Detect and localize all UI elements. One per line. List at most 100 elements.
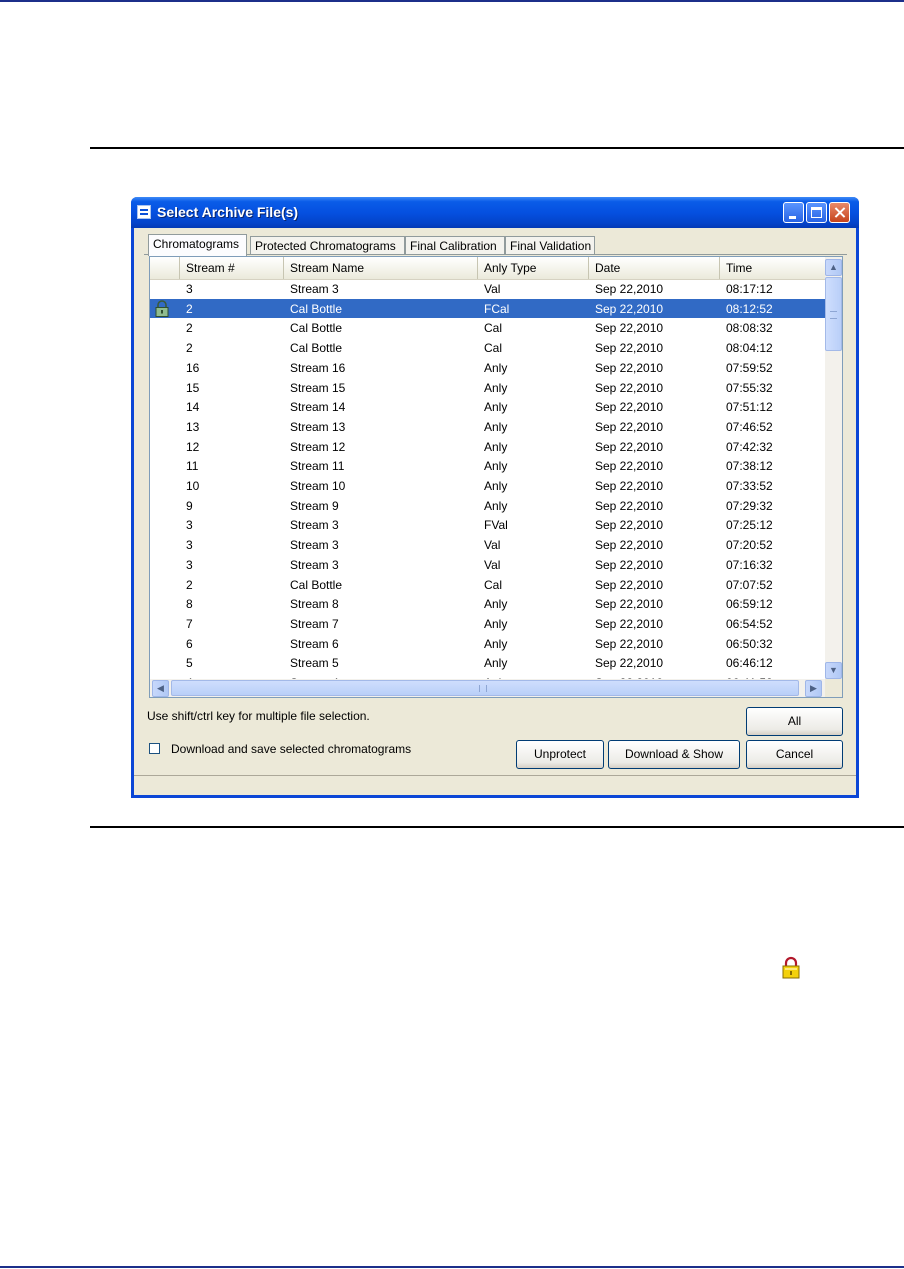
table-row[interactable]: 11 Stream 11 Anly Sep 22,2010 07:38:12 — [150, 456, 825, 476]
row-lock-cell — [154, 359, 170, 376]
unprotect-button[interactable]: Unprotect — [516, 740, 604, 769]
minimize-button[interactable] — [783, 202, 804, 223]
row-stream-num: 13 — [186, 419, 200, 434]
table-row[interactable]: 7 Stream 7 Anly Sep 22,2010 06:54:52 — [150, 614, 825, 634]
row-anly-type: Cal — [484, 321, 503, 336]
title-bar[interactable]: Select Archive File(s) — [131, 197, 859, 228]
vertical-scrollbar[interactable]: ▲ ▼ — [825, 257, 842, 679]
table-row[interactable]: 14 Stream 14 Anly Sep 22,2010 07:51:12 — [150, 397, 825, 417]
tab-final-validation[interactable]: Final Validation — [505, 236, 595, 255]
row-stream-num: 3 — [186, 282, 193, 296]
table-row[interactable]: 13 Stream 13 Anly Sep 22,2010 07:46:52 — [150, 417, 825, 437]
table-row[interactable]: 3 Stream 3 Val Sep 22,2010 07:20:52 — [150, 535, 825, 555]
table-row[interactable]: 2 Cal Bottle FCal Sep 22,2010 08:12:52 — [150, 298, 825, 319]
scroll-down-button[interactable]: ▼ — [825, 662, 842, 679]
table-row[interactable]: 2 Cal Bottle Cal Sep 22,2010 08:04:12 — [150, 338, 825, 358]
status-bar — [134, 775, 856, 795]
row-anly-type: Cal — [484, 577, 503, 592]
row-lock-cell — [154, 457, 170, 474]
row-stream-num: 10 — [186, 479, 200, 493]
row-anly-type: Val — [484, 538, 501, 553]
download-save-label[interactable]: Download and save selected chromatograms — [171, 742, 411, 756]
row-stream-num: 5 — [186, 656, 193, 671]
row-stream-name: Stream 16 — [290, 360, 346, 375]
row-stream-name: Stream 13 — [290, 419, 346, 434]
table-row[interactable]: 6 Stream 6 Anly Sep 22,2010 06:50:32 — [150, 634, 825, 654]
download-show-button[interactable]: Download & Show — [608, 740, 740, 769]
row-stream-name: Stream 3 — [290, 538, 339, 553]
row-stream-name: Stream 14 — [290, 400, 346, 415]
table-row[interactable]: 5 Stream 5 Anly Sep 22,2010 06:46:12 — [150, 653, 825, 673]
column-header-time[interactable]: Time — [720, 257, 825, 279]
app-icon[interactable] — [137, 205, 151, 219]
row-date: Sep 22,2010 — [595, 656, 664, 671]
table-row[interactable]: 15 Stream 15 Anly Sep 22,2010 07:55:32 — [150, 378, 825, 398]
tab-chromatograms[interactable]: Chromatograms — [148, 234, 247, 256]
column-header-anly-type[interactable]: Anly Type — [478, 257, 589, 279]
row-date: Sep 22,2010 — [595, 400, 664, 415]
row-stream-name: Stream 3 — [290, 557, 339, 572]
row-anly-type: Anly — [484, 636, 508, 651]
download-save-checkbox[interactable] — [149, 743, 160, 754]
row-anly-type: Anly — [484, 459, 508, 474]
row-lock-cell — [154, 615, 170, 632]
table-row[interactable]: 2 Cal Bottle Cal Sep 22,2010 08:08:32 — [150, 318, 825, 338]
column-header-stream-num[interactable]: Stream # — [180, 257, 284, 279]
column-header-lock[interactable] — [150, 257, 180, 279]
row-stream-num: 2 — [186, 301, 193, 316]
column-header-date[interactable]: Date — [589, 257, 720, 279]
row-date: Sep 22,2010 — [595, 518, 664, 533]
table-row[interactable]: 2 Cal Bottle Cal Sep 22,2010 07:07:52 — [150, 575, 825, 595]
horizontal-scrollbar[interactable]: ◀ ▶ — [150, 679, 842, 697]
table-row[interactable]: 12 Stream 12 Anly Sep 22,2010 07:42:32 — [150, 437, 825, 457]
row-lock-cell — [154, 576, 170, 593]
row-stream-num: 8 — [186, 597, 193, 612]
selection-hint: Use shift/ctrl key for multiple file sel… — [147, 709, 370, 723]
row-date: Sep 22,2010 — [595, 557, 664, 572]
page-bottom-rule — [0, 1266, 904, 1268]
scroll-up-button[interactable]: ▲ — [825, 259, 842, 276]
table-row[interactable]: 16 Stream 16 Anly Sep 22,2010 07:59:52 — [150, 358, 825, 378]
row-stream-name: Stream 8 — [290, 597, 339, 612]
horizontal-scroll-thumb[interactable] — [171, 680, 799, 696]
row-time: 07:20:52 — [726, 538, 773, 553]
table-row[interactable]: 9 Stream 9 Anly Sep 22,2010 07:29:32 — [150, 496, 825, 516]
row-date: Sep 22,2010 — [595, 459, 664, 474]
archive-file-list[interactable]: Stream # Stream Name Anly Type Date Time… — [149, 256, 843, 698]
table-row[interactable]: 3 Stream 3 FVal Sep 22,2010 07:25:12 — [150, 515, 825, 535]
tab-protected-chromatograms[interactable]: Protected Chromatograms — [250, 236, 405, 255]
row-stream-name: Cal Bottle — [290, 577, 343, 592]
row-lock-cell — [154, 536, 170, 553]
table-row[interactable]: 3 Stream 3 Val Sep 22,2010 08:17:12 — [150, 279, 825, 299]
row-stream-name: Cal Bottle — [290, 341, 343, 356]
row-stream-name: Stream 3 — [290, 518, 339, 533]
padlock-icon — [155, 299, 169, 317]
table-row[interactable]: 3 Stream 3 Val Sep 22,2010 07:16:32 — [150, 555, 825, 575]
row-stream-name: Stream 3 — [290, 282, 339, 296]
row-time: 07:46:52 — [726, 419, 773, 434]
table-row[interactable]: 10 Stream 10 Anly Sep 22,2010 07:33:52 — [150, 476, 825, 496]
row-time: 06:50:32 — [726, 636, 773, 651]
table-row[interactable]: 8 Stream 8 Anly Sep 22,2010 06:59:12 — [150, 594, 825, 614]
scroll-left-button[interactable]: ◀ — [152, 680, 169, 697]
row-anly-type: Anly — [484, 656, 508, 671]
row-date: Sep 22,2010 — [595, 360, 664, 375]
tab-final-calibration[interactable]: Final Calibration — [405, 236, 505, 255]
row-lock-cell — [154, 438, 170, 455]
row-lock-cell — [154, 280, 170, 297]
vertical-scroll-thumb[interactable] — [825, 277, 842, 351]
row-stream-name: Stream 15 — [290, 380, 346, 395]
row-stream-name: Stream 11 — [290, 459, 345, 474]
cancel-button[interactable]: Cancel — [746, 740, 843, 769]
close-button[interactable] — [829, 202, 850, 223]
row-date: Sep 22,2010 — [595, 538, 664, 553]
row-date: Sep 22,2010 — [595, 597, 664, 612]
row-date: Sep 22,2010 — [595, 282, 664, 296]
maximize-button[interactable] — [806, 202, 827, 223]
row-lock-cell — [154, 556, 170, 573]
row-stream-num: 14 — [186, 400, 200, 415]
scroll-right-button[interactable]: ▶ — [805, 680, 822, 697]
all-button[interactable]: All — [746, 707, 843, 736]
row-lock-cell — [154, 497, 170, 514]
column-header-stream-name[interactable]: Stream Name — [284, 257, 478, 279]
